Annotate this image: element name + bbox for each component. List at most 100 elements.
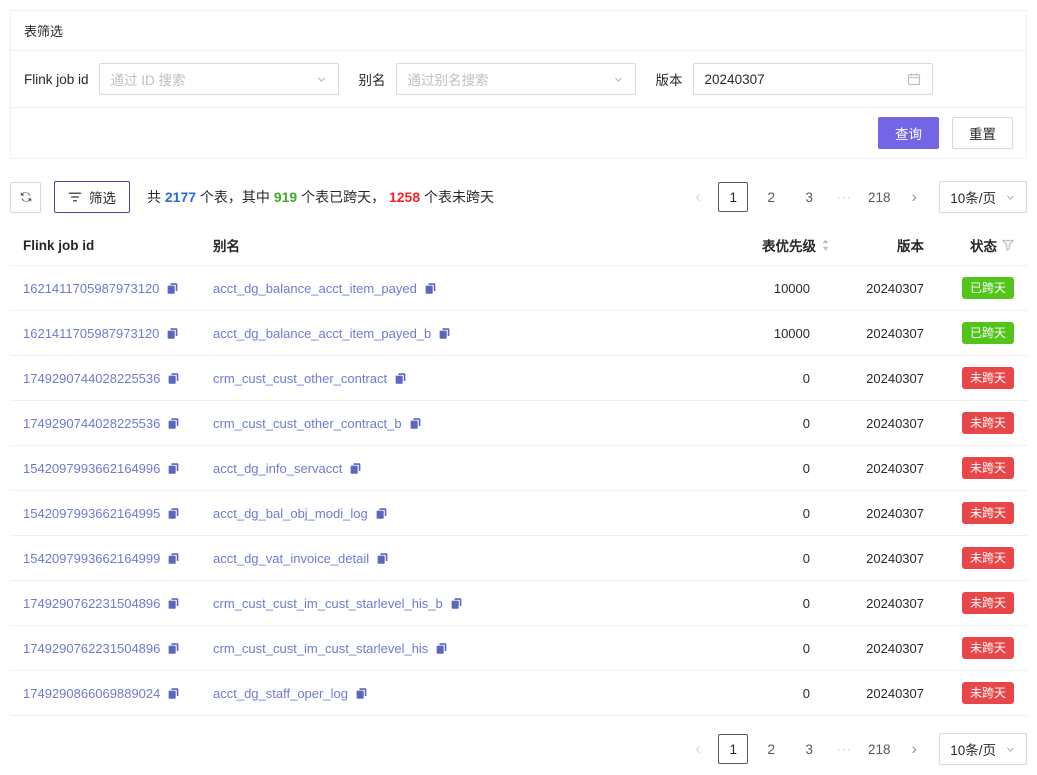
alias-link[interactable]: acct_dg_staff_oper_log — [213, 686, 348, 701]
alias-cell: acct_dg_staff_oper_log — [205, 671, 715, 716]
copy-icon[interactable] — [167, 372, 180, 385]
status-cell: 未跨天 — [932, 446, 1027, 491]
reset-button[interactable]: 重置 — [952, 117, 1013, 149]
refresh-button[interactable] — [10, 182, 41, 213]
alias-cell: crm_cust_cust_other_contract — [205, 356, 715, 401]
page-button-last[interactable]: 218 — [864, 182, 894, 212]
priority-cell: 0 — [715, 671, 840, 716]
column-header-alias: 别名 — [205, 225, 715, 266]
job-id-link[interactable]: 1621411705987973120 — [23, 281, 159, 296]
alias-placeholder: 通过别名搜索 — [408, 69, 489, 89]
page-button-last[interactable]: 218 — [864, 734, 894, 764]
chevron-down-icon — [316, 74, 327, 85]
prev-page-button[interactable]: ‹ — [686, 734, 710, 764]
job-id-link[interactable]: 1542097993662164999 — [23, 551, 160, 566]
job-id-link[interactable]: 1749290762231504896 — [23, 641, 160, 656]
page-size-select[interactable]: 10条/页 — [939, 733, 1027, 765]
alias-link[interactable]: crm_cust_cust_other_contract_b — [213, 416, 402, 431]
table-row: 1749290762231504896 crm_cust_cust_im_cus… — [10, 581, 1027, 626]
copy-icon[interactable] — [167, 687, 180, 700]
filter-actions: 查询 重置 — [11, 108, 1026, 158]
copy-icon[interactable] — [435, 642, 448, 655]
alias-cell: acct_dg_vat_invoice_detail — [205, 536, 715, 581]
job-id-cell: 1542097993662164995 — [10, 491, 205, 536]
job-id-link[interactable]: 1749290744028225536 — [23, 371, 160, 386]
alias-link[interactable]: acct_dg_balance_acct_item_payed_b — [213, 326, 431, 341]
summary-p3: 个表已跨天， — [297, 189, 389, 205]
copy-icon[interactable] — [376, 552, 389, 565]
page-ellipsis[interactable]: ··· — [832, 742, 856, 756]
version-cell: 20240307 — [840, 446, 932, 491]
page-button-1[interactable]: 1 — [718, 734, 748, 764]
copy-icon[interactable] — [438, 327, 451, 340]
table-row: 1749290762231504896 crm_cust_cust_im_cus… — [10, 626, 1027, 671]
table-row: 1621411705987973120 acct_dg_balance_acct… — [10, 311, 1027, 356]
filter-button[interactable]: 筛选 — [54, 181, 130, 213]
page-button-3[interactable]: 3 — [794, 182, 824, 212]
copy-icon[interactable] — [394, 372, 407, 385]
copy-icon[interactable] — [167, 552, 180, 565]
priority-header-label: 表优先级 — [762, 235, 816, 255]
alias-link[interactable]: acct_dg_vat_invoice_detail — [213, 551, 369, 566]
alias-select[interactable]: 通过别名搜索 — [396, 63, 636, 95]
chevron-down-icon — [1005, 192, 1016, 203]
page-button-1[interactable]: 1 — [718, 182, 748, 212]
alias-cell: acct_dg_bal_obj_modi_log — [205, 491, 715, 536]
page-ellipsis[interactable]: ··· — [832, 190, 856, 204]
copy-icon[interactable] — [167, 642, 180, 655]
table-row: 1749290744028225536 crm_cust_cust_other_… — [10, 356, 1027, 401]
copy-icon[interactable] — [375, 507, 388, 520]
alias-link[interactable]: crm_cust_cust_other_contract — [213, 371, 387, 386]
alias-link[interactable]: crm_cust_cust_im_cust_starlevel_his — [213, 641, 428, 656]
priority-cell: 0 — [715, 401, 840, 446]
job-id-link[interactable]: 1749290866069889024 — [23, 686, 160, 701]
alias-link[interactable]: acct_dg_info_servacct — [213, 461, 342, 476]
page-size-value: 10条/页 — [950, 739, 996, 759]
copy-icon[interactable] — [166, 327, 179, 340]
column-header-priority[interactable]: 表优先级 — [715, 225, 840, 266]
next-page-button[interactable]: › — [902, 182, 926, 212]
job-id-link[interactable]: 1542097993662164995 — [23, 506, 160, 521]
page-size-select[interactable]: 10条/页 — [939, 181, 1027, 213]
version-cell: 20240307 — [840, 266, 932, 311]
copy-icon[interactable] — [167, 597, 180, 610]
priority-cell: 0 — [715, 536, 840, 581]
priority-cell: 0 — [715, 491, 840, 536]
copy-icon[interactable] — [167, 462, 180, 475]
alias-link[interactable]: acct_dg_bal_obj_modi_log — [213, 506, 368, 521]
copy-icon[interactable] — [450, 597, 463, 610]
page-button-3[interactable]: 3 — [794, 734, 824, 764]
page-button-2[interactable]: 2 — [756, 734, 786, 764]
job-id-link[interactable]: 1542097993662164996 — [23, 461, 160, 476]
next-page-button[interactable]: › — [902, 734, 926, 764]
job-id-link[interactable]: 1749290762231504896 — [23, 596, 160, 611]
version-date-input[interactable]: 20240307 — [693, 63, 933, 95]
prev-page-button[interactable]: ‹ — [686, 182, 710, 212]
job-id-link[interactable]: 1749290744028225536 — [23, 416, 160, 431]
copy-icon[interactable] — [167, 507, 180, 520]
status-badge: 未跨天 — [962, 592, 1014, 615]
alias-link[interactable]: crm_cust_cust_im_cust_starlevel_his_b — [213, 596, 443, 611]
page-button-2[interactable]: 2 — [756, 182, 786, 212]
job-id-cell: 1621411705987973120 — [10, 311, 205, 356]
flink-job-id-label: Flink job id — [24, 72, 89, 87]
pagination-top: ‹ 1 2 3 ··· 218 › 10条/页 — [686, 181, 1027, 213]
version-field: 版本 20240307 — [656, 63, 933, 95]
alias-link[interactable]: acct_dg_balance_acct_item_payed — [213, 281, 417, 296]
copy-icon[interactable] — [166, 282, 179, 295]
copy-icon[interactable] — [409, 417, 422, 430]
copy-icon[interactable] — [349, 462, 362, 475]
copy-icon[interactable] — [355, 687, 368, 700]
flink-job-id-select[interactable]: 通过 ID 搜索 — [99, 63, 339, 95]
uncrossed-count: 1258 — [389, 189, 420, 205]
status-cell: 未跨天 — [932, 536, 1027, 581]
copy-icon[interactable] — [424, 282, 437, 295]
job-id-link[interactable]: 1621411705987973120 — [23, 326, 159, 341]
status-badge: 未跨天 — [962, 457, 1014, 480]
funnel-filter-icon[interactable] — [1002, 239, 1014, 251]
sort-icon[interactable] — [821, 238, 830, 252]
table-row: 1749290866069889024 acct_dg_staff_oper_l… — [10, 671, 1027, 716]
query-button[interactable]: 查询 — [878, 117, 939, 149]
copy-icon[interactable] — [167, 417, 180, 430]
table-row: 1542097993662164995 acct_dg_bal_obj_modi… — [10, 491, 1027, 536]
